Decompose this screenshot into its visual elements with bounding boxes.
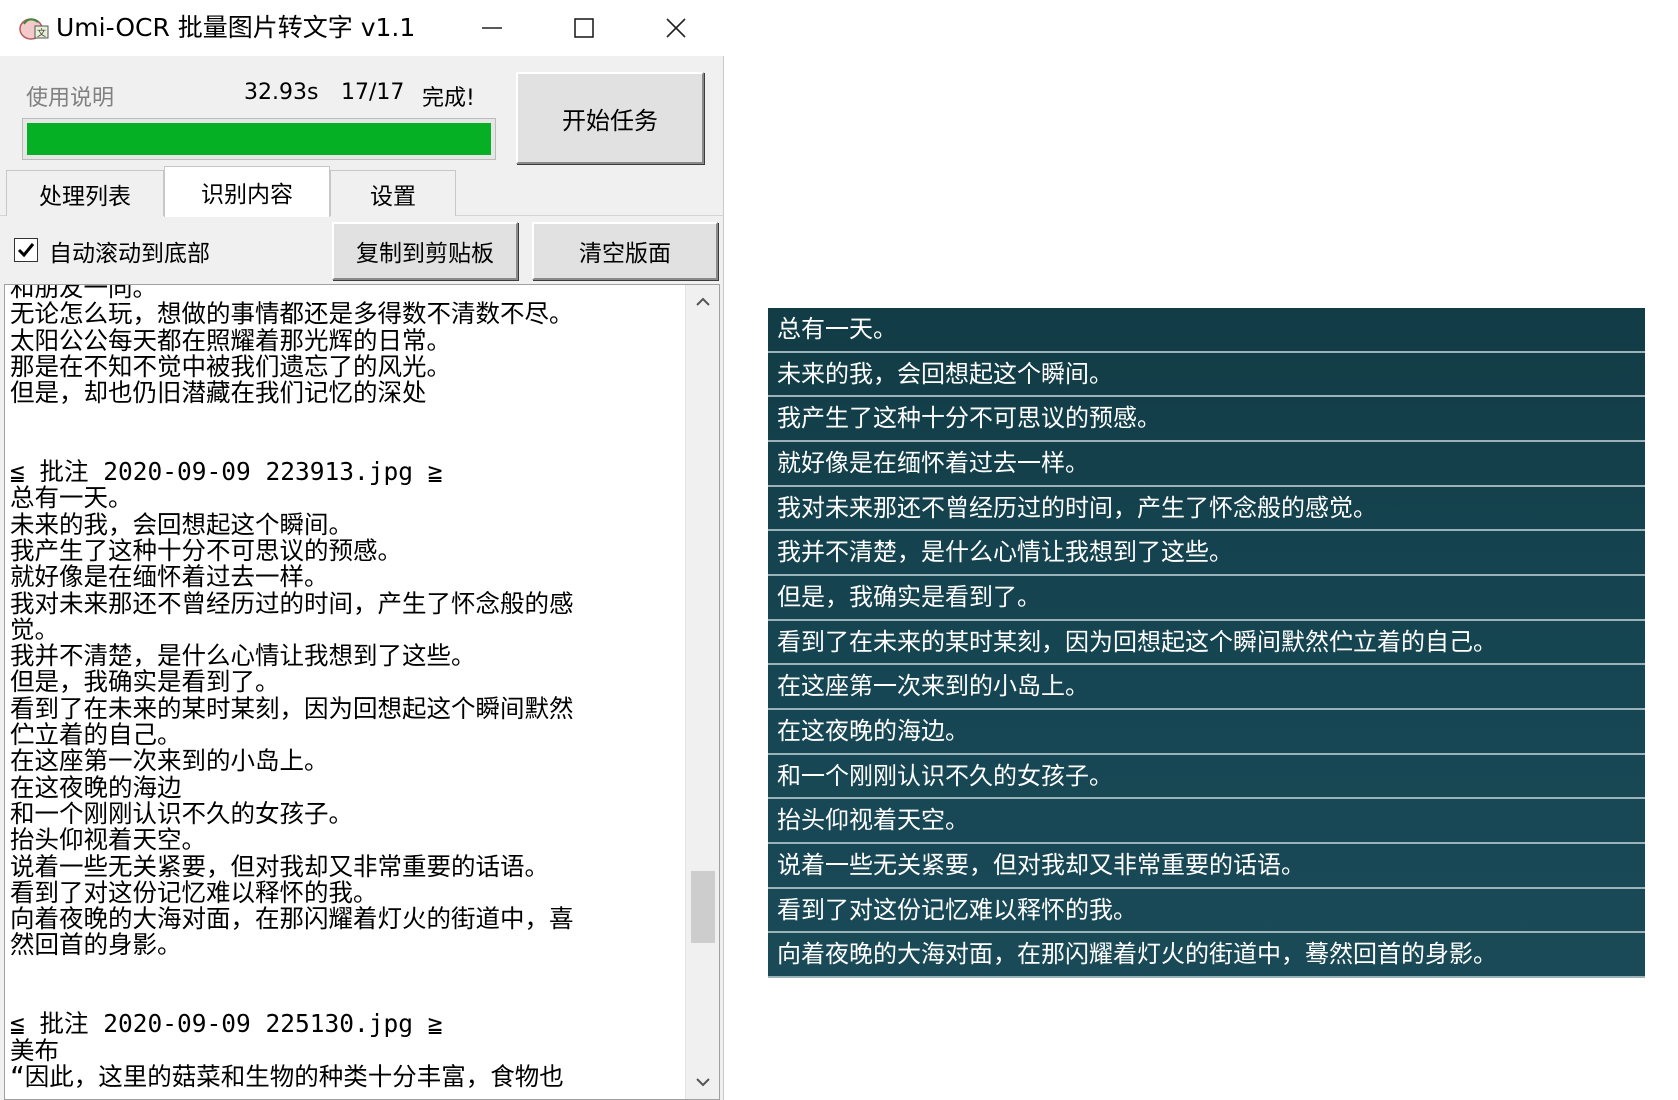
checkmark-icon <box>17 243 35 258</box>
output-line: 美布 <box>10 1035 59 1065</box>
elapsed-time: 32.93s <box>244 80 319 105</box>
chevron-down-icon <box>696 1078 710 1087</box>
subtitle-line: 总有一天。 <box>768 308 1645 353</box>
output-line: 未来的我，会回想起这个瞬间。 <box>10 509 353 539</box>
subtitle-line: 看到了在未来的某时某刻，因为回想起这个瞬间默然伫立着的自己。 <box>768 621 1645 666</box>
status-text: 完成! <box>422 86 475 111</box>
maximize-button[interactable] <box>538 0 630 56</box>
subtitle-line: 我产生了这种十分不可思议的预感。 <box>768 397 1645 442</box>
output-line: 在这座第一次来到的小岛上。 <box>10 746 329 776</box>
output-line: 向着夜晚的大海对面，在那闪耀着灯火的街道中，喜 <box>10 904 574 934</box>
auto-scroll-label[interactable]: 自动滚动到底部 <box>49 234 210 268</box>
output-line: 我并不清楚，是什么心情让我想到了这些。 <box>10 641 476 671</box>
game-screenshot-panel: 总有一天。 未来的我，会回想起这个瞬间。 我产生了这种十分不可思议的预感。 就好像是在… <box>768 308 1645 978</box>
progress-count: 17/17 <box>341 80 405 105</box>
close-icon <box>666 18 686 38</box>
app-logo-icon: 文 <box>19 18 49 40</box>
window-title: Umi-OCR 批量图片转文字 v1.1 <box>56 13 416 42</box>
output-line: 觉。 <box>10 614 59 644</box>
subtitle-line: 和一个刚刚认识不久的女孩子。 <box>768 755 1645 800</box>
output-line: 说着一些无关紧要，但对我却又非常重要的话语。 <box>10 851 549 881</box>
output-line: 就好像是在缅怀着过去一样。 <box>10 562 329 592</box>
scroll-up-button[interactable] <box>686 285 719 319</box>
output-line: 我产生了这种十分不可思议的预感。 <box>10 535 402 565</box>
ocr-output-textarea[interactable]: 和朋友一同。 无论怎么玩，想做的事情都还是多得数不清数不尽。 太阳公公每天都在照耀着… <box>4 284 720 1100</box>
output-line: 我对未来那还不曾经历过的时间，产生了怀念般的感 <box>10 588 574 618</box>
scroll-down-button[interactable] <box>686 1065 719 1099</box>
subtitle-line: 我对未来那还不曾经历过的时间，产生了怀念般的感觉。 <box>768 487 1645 532</box>
subtitle-line: 未来的我，会回想起这个瞬间。 <box>768 353 1645 398</box>
output-line: 抬头仰视着天空。 <box>10 825 206 855</box>
umi-ocr-window: 文 Umi-OCR 批量图片转文字 v1.1 使用说明 32.93s 17/17… <box>0 0 724 1100</box>
chevron-up-icon <box>696 297 710 306</box>
output-line: 太阳公公每天都在照耀着那光辉的日常。 <box>10 325 451 355</box>
output-line: 伫立着的自己。 <box>10 720 182 750</box>
tab-recognized-content[interactable]: 识别内容 <box>164 166 330 217</box>
scroll-thumb[interactable] <box>691 871 715 943</box>
start-task-button[interactable]: 开始任务 <box>516 72 704 164</box>
help-link[interactable]: 使用说明 <box>26 80 114 112</box>
copy-to-clipboard-button[interactable]: 复制到剪贴板 <box>332 222 518 280</box>
output-line: 然回首的身影。 <box>10 930 182 960</box>
output-line: 无论怎么玩，想做的事情都还是多得数不清数不尽。 <box>10 299 574 329</box>
tab-settings[interactable]: 设置 <box>330 170 456 216</box>
output-line: ≦ 批注 2020-09-09 223913.jpg ≧ <box>10 457 443 487</box>
progress-fill <box>27 123 491 155</box>
maximize-icon <box>574 18 594 38</box>
minimize-icon <box>482 27 502 29</box>
tab-bar: 处理列表 识别内容 设置 <box>0 166 724 217</box>
subtitle-line: 在这座第一次来到的小岛上。 <box>768 665 1645 710</box>
ocr-output-text: 和朋友一同。 无论怎么玩，想做的事情都还是多得数不清数不尽。 太阳公公每天都在照耀着… <box>10 285 660 1091</box>
output-line: “因此，这里的菇菜和生物的种类十分丰富，食物也 <box>10 1061 564 1091</box>
close-button[interactable] <box>630 0 722 56</box>
subtitle-line: 我并不清楚，是什么心情让我想到了这些。 <box>768 531 1645 576</box>
subtitle-line: 向着夜晚的大海对面，在那闪耀着灯火的街道中，蓦然回首的身影。 <box>768 933 1645 978</box>
output-line: 看到了对这份记忆难以释怀的我。 <box>10 877 378 907</box>
title-bar[interactable]: 文 Umi-OCR 批量图片转文字 v1.1 <box>0 0 724 56</box>
subtitle-line: 在这夜晚的海边。 <box>768 710 1645 755</box>
progress-bar <box>22 118 496 160</box>
auto-scroll-checkbox[interactable] <box>14 238 38 262</box>
vertical-scrollbar[interactable] <box>685 285 719 1099</box>
output-line: 那是在不知不觉中被我们遗忘了的风光。 <box>10 351 451 381</box>
subtitle-line: 但是，我确实是看到了。 <box>768 576 1645 621</box>
output-line: 总有一天。 <box>10 483 133 513</box>
output-line: ≦ 批注 2020-09-09 225130.jpg ≧ <box>10 1009 443 1039</box>
output-line: 看到了在未来的某时某刻，因为回想起这个瞬间默然 <box>10 693 574 723</box>
output-line: 但是，我确实是看到了。 <box>10 667 280 697</box>
output-line: 和一个刚刚认识不久的女孩子。 <box>10 798 353 828</box>
subtitle-line: 说着一些无关紧要，但对我却又非常重要的话语。 <box>768 844 1645 889</box>
clear-output-button[interactable]: 清空版面 <box>532 222 718 280</box>
svg-text:文: 文 <box>37 27 46 39</box>
minimize-button[interactable] <box>446 0 538 56</box>
output-line: 但是，却也仍旧潜藏在我们记忆的深处 <box>10 378 427 408</box>
output-line: 在这夜晚的海边 <box>10 772 182 802</box>
subtitle-line: 看到了对这份记忆难以释怀的我。 <box>768 889 1645 934</box>
tab-process-list[interactable]: 处理列表 <box>6 170 164 216</box>
subtitle-line: 就好像是在缅怀着过去一样。 <box>768 442 1645 487</box>
subtitle-line: 抬头仰视着天空。 <box>768 799 1645 844</box>
